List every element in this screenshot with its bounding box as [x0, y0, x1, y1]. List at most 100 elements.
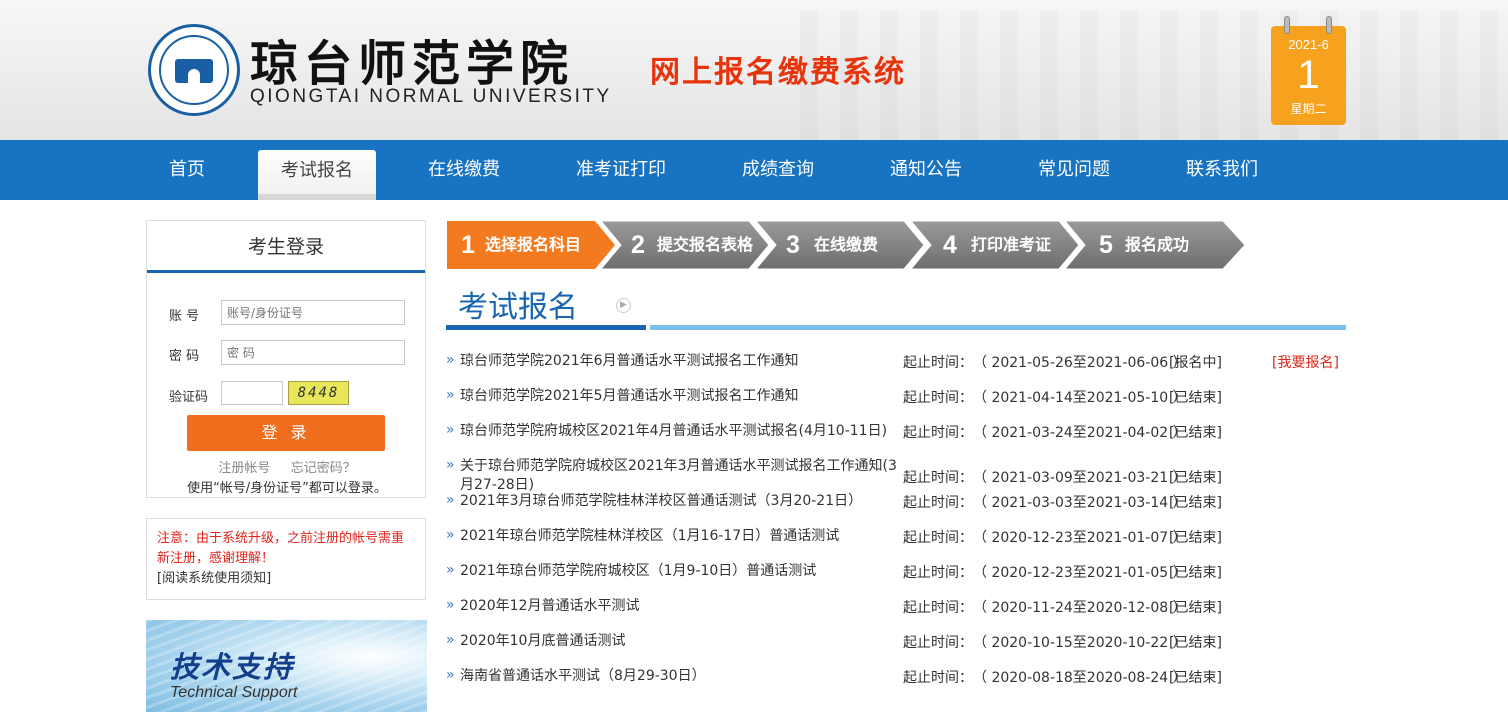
- captcha-label: 验证码: [169, 390, 209, 405]
- exam-title[interactable]: 海南省普通话水平测试（8月29-30日）: [460, 667, 895, 686]
- nav-item-faq[interactable]: 常见问题: [1014, 140, 1134, 200]
- notice-text: 注意：由于系统升级，之前注册的帐号需重新注册，感谢理解！: [157, 531, 405, 566]
- exam-status: [已结束]: [1169, 670, 1222, 686]
- header-background-image: [800, 10, 1508, 140]
- period-label: 起止时间：: [903, 355, 973, 371]
- exam-period: （ 2021-03-09至2021-03-21 ）: [973, 470, 1187, 486]
- password-label: 密 码: [169, 349, 200, 364]
- nav-item-home[interactable]: 首页: [127, 140, 247, 200]
- account-input[interactable]: [221, 300, 405, 325]
- calendar-weekday: 星期二: [1290, 102, 1327, 116]
- exam-status: [报名中]: [1169, 355, 1222, 371]
- calendar-ring-icon: [1284, 16, 1290, 34]
- step-3: 3 在线缴费: [756, 221, 926, 269]
- exam-title[interactable]: 琼台师范学院府城校区2021年4月普通话水平测试报名(4月10-11日): [460, 422, 895, 441]
- exam-title[interactable]: 2020年12月普通话水平测试: [460, 597, 895, 616]
- exam-title[interactable]: 琼台师范学院2021年5月普通话水平测试报名工作通知: [460, 387, 895, 406]
- exam-title[interactable]: 2020年10月底普通话测试: [460, 632, 895, 651]
- exam-status: [已结束]: [1169, 530, 1222, 546]
- support-title-en: Technical Support: [170, 684, 298, 701]
- technical-support-banner[interactable]: 技术支持 Technical Support: [146, 620, 427, 712]
- exam-period: （ 2020-10-15至2020-10-22 ）: [973, 635, 1187, 651]
- main-nav: 首页 考试报名 在线缴费 准考证打印 成绩查询 通知公告 常见问题 联系我们: [0, 140, 1508, 200]
- captcha-input[interactable]: [221, 381, 283, 405]
- seal-gate-icon: [175, 59, 213, 83]
- double-chevron-icon: »: [446, 422, 455, 438]
- nav-item-contact[interactable]: 联系我们: [1162, 140, 1282, 200]
- period-label: 起止时间：: [903, 600, 973, 616]
- calendar-month: 2021-6: [1288, 37, 1329, 52]
- double-chevron-icon: »: [446, 387, 455, 403]
- exam-status: [已结束]: [1169, 495, 1222, 511]
- exam-title[interactable]: 2021年琼台师范学院桂林洋校区（1月16-17日）普通话测试: [460, 527, 895, 546]
- section-title: 考试报名: [458, 290, 578, 325]
- university-seal-logo[interactable]: [148, 24, 240, 116]
- step-number: 3: [786, 231, 800, 259]
- step-2: 2 提交报名表格: [601, 221, 771, 269]
- period-label: 起止时间：: [903, 670, 973, 686]
- nav-item-online-payment[interactable]: 在线缴费: [404, 140, 524, 200]
- double-chevron-icon: »: [446, 562, 455, 578]
- university-name-en: QIONGTAI NORMAL UNIVERSITY: [250, 86, 612, 107]
- step-label: 打印准考证: [971, 235, 1052, 254]
- exam-period: （ 2021-05-26至2021-06-06 ）: [973, 355, 1187, 371]
- chevron-right-icon: ▶: [616, 298, 631, 313]
- captcha-image[interactable]: 8448: [288, 381, 349, 405]
- step-4: 4 打印准考证: [911, 221, 1081, 269]
- exam-title[interactable]: 2021年琼台师范学院府城校区（1月9-10日）普通话测试: [460, 562, 895, 581]
- step-number: 2: [631, 231, 645, 259]
- double-chevron-icon: »: [446, 527, 455, 543]
- exam-status: [已结束]: [1169, 600, 1222, 616]
- login-links: 注册帐号 忘记密码？: [147, 457, 427, 476]
- exam-period: （ 2020-12-23至2021-01-05 ）: [973, 565, 1187, 581]
- period-label: 起止时间：: [903, 635, 973, 651]
- step-1: 1 选择报名科目: [447, 221, 617, 269]
- exam-period: （ 2020-08-18至2020-08-24 ）: [973, 670, 1187, 686]
- login-title: 考生登录: [147, 221, 425, 273]
- exam-period: （ 2020-12-23至2021-01-07 ）: [973, 530, 1187, 546]
- double-chevron-icon: »: [446, 492, 455, 508]
- exam-title[interactable]: 琼台师范学院2021年6月普通话水平测试报名工作通知: [460, 352, 895, 371]
- exam-status: [已结束]: [1169, 390, 1222, 406]
- nav-item-exam-registration[interactable]: 考试报名: [258, 150, 376, 200]
- register-now-link[interactable]: [我要报名]: [1272, 352, 1339, 372]
- account-label: 账 号: [169, 309, 200, 324]
- period-label: 起止时间：: [903, 425, 973, 441]
- step-number: 4: [943, 231, 957, 259]
- read-instructions-link[interactable]: [阅读系统使用须知]: [157, 569, 415, 589]
- step-number: 5: [1099, 231, 1113, 259]
- registration-steps: 1 选择报名科目 2 提交报名表格 3 在线缴费 4 打印准考证 5 报名成功: [447, 221, 1247, 269]
- exam-period: （ 2021-03-03至2021-03-14 ）: [973, 495, 1187, 511]
- exam-title[interactable]: 关于琼台师范学院府城校区2021年3月普通话水平测试报名工作通知(3月27-28…: [460, 457, 900, 495]
- step-label: 报名成功: [1125, 235, 1190, 254]
- nav-item-admission-ticket[interactable]: 准考证打印: [556, 140, 686, 200]
- system-title: 网上报名缴费系统: [650, 55, 906, 90]
- calendar-ring-icon: [1326, 16, 1332, 34]
- exam-title[interactable]: 2021年3月琼台师范学院桂林洋校区普通话测试（3月20-21日）: [460, 492, 895, 511]
- calendar-day: 1: [1297, 53, 1320, 97]
- step-label: 在线缴费: [814, 235, 879, 254]
- period-label: 起止时间：: [903, 390, 973, 406]
- register-link[interactable]: 注册帐号: [218, 461, 270, 476]
- exam-status: [已结束]: [1169, 565, 1222, 581]
- nav-item-score-query[interactable]: 成绩查询: [718, 140, 838, 200]
- login-panel: 考生登录 账 号 密 码 验证码 8448 登 录 注册帐号 忘记密码？ 使用“…: [146, 220, 426, 498]
- period-label: 起止时间：: [903, 470, 973, 486]
- double-chevron-icon: »: [446, 352, 455, 368]
- title-underline-dark: [446, 325, 646, 330]
- login-button[interactable]: 登 录: [187, 415, 385, 451]
- calendar-widget: 2021-6 1 星期二: [1271, 16, 1346, 125]
- page-header: 琼台师范学院 QIONGTAI NORMAL UNIVERSITY 网上报名缴费…: [0, 0, 1508, 140]
- forgot-password-link[interactable]: 忘记密码？: [291, 461, 356, 476]
- period-label: 起止时间：: [903, 530, 973, 546]
- exam-period: （ 2021-03-24至2021-04-02 ）: [973, 425, 1187, 441]
- exam-period: （ 2020-11-24至2020-12-08 ）: [973, 600, 1187, 616]
- double-chevron-icon: »: [446, 632, 455, 648]
- step-label: 提交报名表格: [657, 235, 754, 254]
- login-hint: 使用“帐号/身份证号”都可以登录。: [187, 481, 387, 496]
- password-input[interactable]: [221, 340, 405, 365]
- double-chevron-icon: »: [446, 457, 455, 473]
- step-5: 5 报名成功: [1065, 221, 1247, 269]
- step-label: 选择报名科目: [485, 235, 582, 254]
- nav-item-notices[interactable]: 通知公告: [866, 140, 986, 200]
